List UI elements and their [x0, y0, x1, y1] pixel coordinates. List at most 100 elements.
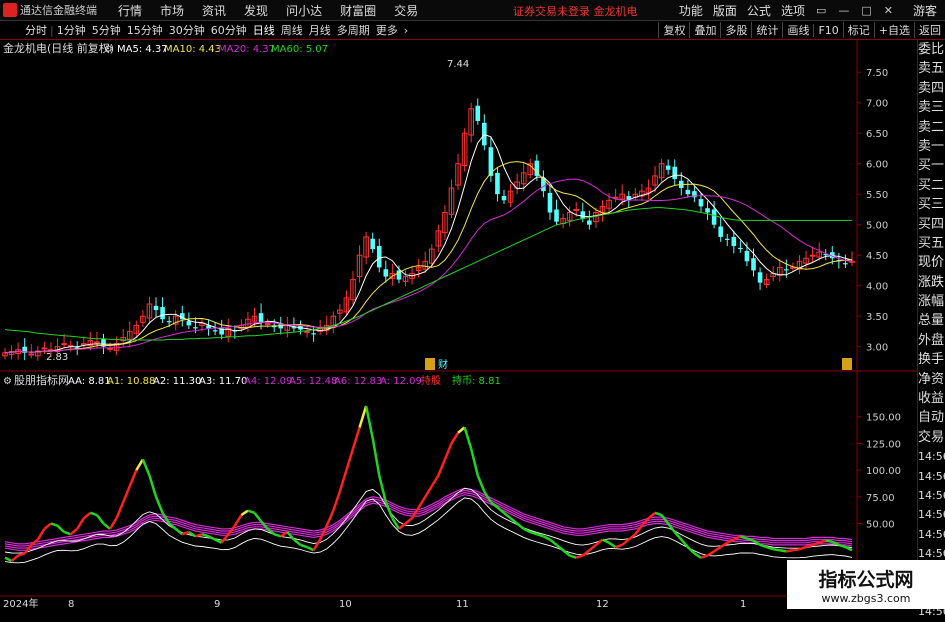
trade-login-notice[interactable]: 证券交易未登录 金龙机电 — [513, 3, 638, 19]
period-15min[interactable]: 15分钟 — [124, 22, 166, 38]
sidebar-item[interactable]: 外盘 — [918, 331, 945, 350]
sidebar-item[interactable]: 自动 — [918, 408, 945, 427]
minimize-icon[interactable]: — — [832, 4, 855, 17]
sidebar-item[interactable]: 卖三 — [918, 98, 945, 117]
hold-signal-segment — [371, 437, 381, 476]
period-more[interactable]: 更多 — [373, 22, 401, 38]
menu-formula[interactable]: 公式 — [742, 2, 776, 19]
sidebar-item[interactable]: 14:56 — [918, 467, 945, 486]
tool-back[interactable]: 返回 — [914, 22, 945, 38]
guest-label[interactable]: 游客 — [913, 2, 937, 19]
sidebar-item[interactable]: 14:56 — [918, 505, 945, 524]
tool-overlay[interactable]: 叠加 — [689, 22, 720, 38]
tool-adjust[interactable]: 复权 — [658, 22, 689, 38]
menu-quotes[interactable]: 行情 — [109, 2, 151, 19]
a3-label: A3: 11.70 — [199, 376, 247, 387]
ma20-label: MA20: 4.37 — [218, 44, 275, 55]
hold-signal-segment — [615, 543, 623, 549]
indicator-lines — [4, 405, 853, 564]
tool-add-watchlist[interactable]: +自选 — [873, 22, 914, 38]
tool-draw[interactable]: 画线 — [782, 22, 813, 38]
settings-icon[interactable]: ⚙ — [104, 44, 113, 55]
menu-layout[interactable]: 版面 — [708, 2, 742, 19]
sidebar-item[interactable]: 涨跌 — [918, 273, 945, 292]
a-band-line — [4, 494, 853, 551]
menu-discover[interactable]: 发现 — [235, 2, 277, 19]
hold-signal-segment — [115, 501, 125, 519]
hold-signal-segment — [792, 547, 800, 552]
menu-market[interactable]: 市场 — [151, 2, 193, 19]
menu-news[interactable]: 资讯 — [193, 2, 235, 19]
sidebar-item[interactable]: 卖四 — [918, 79, 945, 98]
sidebar-item[interactable]: 交易 — [918, 428, 945, 447]
ma60-line — [4, 207, 852, 341]
menu-fortune[interactable]: 财富圈 — [331, 2, 385, 19]
period-1min[interactable]: 1分钟 — [54, 22, 89, 38]
sidebar-item[interactable]: 14:56 — [918, 447, 945, 466]
period-5min[interactable]: 5分钟 — [89, 22, 124, 38]
hold-signal-segment — [4, 556, 13, 563]
x-label-sep: 9 — [214, 599, 220, 609]
sidebar-item[interactable]: 买三 — [918, 195, 945, 214]
menu-function[interactable]: 功能 — [674, 2, 708, 19]
sidebar-item[interactable]: 净资 — [918, 370, 945, 389]
sidebar-item[interactable]: 买五 — [918, 234, 945, 253]
sidebar-item[interactable]: 卖二 — [918, 118, 945, 137]
sidebar-item[interactable]: 涨幅 — [918, 292, 945, 311]
stock-chart-svg[interactable]: 金龙机电(日线 前复权) ⚙ MA5: 4.37 MA10: 4.43 MA20… — [0, 40, 917, 609]
period-daily[interactable]: 日线 — [250, 22, 278, 38]
sidebar-item[interactable]: 买二 — [918, 176, 945, 195]
restore-icon[interactable]: ▭ — [810, 4, 832, 17]
hold-signal-segment — [713, 546, 722, 553]
sidebar-item[interactable]: 买一 — [918, 156, 945, 175]
candlesticks[interactable] — [2, 98, 855, 361]
sidebar-item[interactable]: 14:56 — [918, 525, 945, 544]
sidebar-item[interactable]: 委比 — [918, 40, 945, 59]
hold-signal-segment — [569, 554, 577, 559]
a5-label: A5: 12.48 — [289, 376, 337, 387]
period-weekly[interactable]: 周线 — [278, 22, 306, 38]
sidebar-item[interactable]: 总量 — [918, 311, 945, 330]
indicator-icon[interactable]: ⚙ — [3, 376, 12, 387]
hold-signal-segment — [358, 405, 368, 428]
chart-area[interactable]: 金龙机电(日线 前复权) ⚙ MA5: 4.37 MA10: 4.43 MA20… — [0, 40, 917, 609]
period-monthly[interactable]: 月线 — [306, 22, 334, 38]
tool-stats[interactable]: 统计 — [751, 22, 782, 38]
sidebar-item[interactable]: 换手 — [918, 350, 945, 369]
menu-ask[interactable]: 问小达 — [277, 2, 331, 19]
stock-title[interactable]: 金龙机电(日线 前复权) — [3, 41, 114, 55]
hold-signal-segment — [95, 514, 105, 525]
finance-event-label[interactable]: 财 — [438, 358, 448, 371]
period-60min[interactable]: 60分钟 — [208, 22, 250, 38]
sidebar-item[interactable]: 14:56 — [918, 486, 945, 505]
maximize-icon[interactable]: □ — [855, 4, 877, 17]
sidebar-item[interactable]: 买四 — [918, 215, 945, 234]
period-timeshare[interactable]: 分时 — [22, 22, 50, 38]
tool-multi-stock[interactable]: 多股 — [720, 22, 751, 38]
menu-trade[interactable]: 交易 — [385, 2, 427, 19]
close-icon[interactable]: ✕ — [878, 4, 899, 17]
watermark: 指标公式网 www.zbgs3.com — [787, 560, 945, 609]
sidebar-item[interactable]: 现价 — [918, 253, 945, 272]
sidebar-item[interactable]: 卖一 — [918, 137, 945, 156]
tool-mark[interactable]: 标记 — [842, 22, 874, 38]
menu-options[interactable]: 选项 — [776, 2, 810, 19]
sidebar-item[interactable]: 收益 — [918, 389, 945, 408]
tool-f10[interactable]: F10 — [813, 23, 842, 37]
hold-signal-segment — [43, 522, 52, 530]
candle-body — [495, 172, 500, 195]
candle-body — [41, 347, 48, 350]
finance-event-marker[interactable] — [842, 358, 852, 370]
y-tick-label: 5.50 — [866, 190, 888, 201]
sidebar-item[interactable]: 卖五 — [918, 59, 945, 78]
finance-event-marker[interactable] — [425, 358, 435, 370]
a4-label: A4: 12.09 — [244, 376, 292, 387]
chevron-right-icon[interactable]: › — [401, 24, 411, 37]
y-tick-label: 100.00 — [866, 466, 901, 477]
period-30min[interactable]: 30分钟 — [166, 22, 208, 38]
indicator-name[interactable]: 股朋指标网 — [14, 373, 69, 387]
y-tick-label: 7.00 — [866, 99, 888, 110]
hold-signal-segment — [128, 469, 138, 487]
period-multi[interactable]: 多周期 — [334, 22, 373, 38]
hold-signal-segment — [601, 538, 610, 544]
